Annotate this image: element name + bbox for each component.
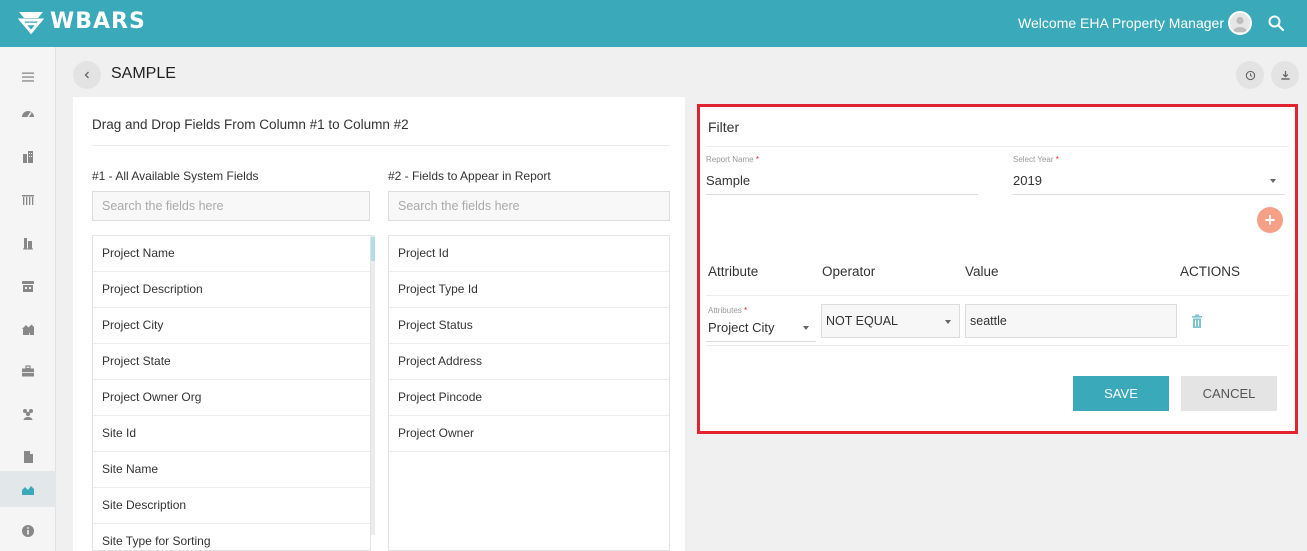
sidebar-item-stores[interactable] (0, 268, 56, 304)
value-text: seattle (970, 314, 1007, 328)
report-name-field[interactable]: Sample (706, 173, 750, 188)
report-fields-list: Project Id Project Type Id Project Statu… (388, 235, 670, 551)
list-item[interactable]: Project Owner Org (93, 380, 370, 416)
sidebar-item-reports[interactable] (0, 471, 56, 507)
brand-logo[interactable]: WBARS (18, 9, 146, 34)
download-button[interactable] (1271, 61, 1299, 89)
select-year-underline (1013, 194, 1285, 195)
chevron-down-icon[interactable] (803, 326, 809, 330)
user-avatar-icon[interactable] (1228, 11, 1252, 35)
store-icon (22, 281, 34, 292)
chevron-down-icon[interactable] (1270, 179, 1276, 183)
list-item[interactable]: Project Status (389, 308, 669, 344)
save-button[interactable]: SAVE (1073, 376, 1169, 411)
column1-search-input[interactable] (92, 191, 370, 221)
operator-value: NOT EQUAL (826, 314, 899, 328)
sidebar-item-menu[interactable] (0, 59, 56, 95)
brand-name: WBARS (50, 9, 146, 34)
column2-search-input[interactable] (388, 191, 670, 221)
field-builder-card: Drag and Drop Fields From Column #1 to C… (73, 97, 685, 551)
report-name-label: Report Name * (706, 155, 759, 164)
available-fields-list: Project Name Project Description Project… (92, 235, 371, 551)
reports-chart-icon (22, 486, 34, 495)
list-item[interactable]: Project Id (389, 236, 669, 272)
sidebar-item-dashboard[interactable] (0, 96, 56, 132)
attribute-select[interactable]: Project City (708, 320, 774, 335)
plus-circle-icon: + (1264, 209, 1276, 230)
list-item[interactable]: Site Name (93, 452, 370, 488)
columns-icon (22, 195, 34, 205)
welcome-text: Welcome EHA Property Manager (1018, 15, 1224, 31)
list-item[interactable]: Site Id (93, 416, 370, 452)
history-icon (1245, 70, 1255, 80)
list-item[interactable]: Project Type Id (389, 272, 669, 308)
trash-icon[interactable] (1190, 314, 1204, 329)
list-item[interactable]: Project Pincode (389, 380, 669, 416)
back-button[interactable] (73, 61, 101, 89)
building-icon (23, 151, 33, 163)
sidebar-item-briefcase[interactable] (0, 353, 56, 389)
select-year-label: Select Year * (1013, 155, 1059, 164)
builder-heading: Drag and Drop Fields From Column #1 to C… (92, 117, 409, 132)
sidebar-item-towers[interactable] (0, 225, 56, 261)
divider (706, 295, 1289, 296)
col-header-value: Value (965, 264, 999, 279)
cancel-button[interactable]: CANCEL (1181, 376, 1277, 411)
divider (92, 145, 670, 146)
attribute-underline (706, 341, 816, 342)
download-icon (1280, 70, 1290, 80)
chevron-down-icon[interactable] (945, 320, 951, 324)
list-item[interactable]: Project City (93, 308, 370, 344)
sidebar-item-users[interactable] (0, 396, 56, 432)
list-item[interactable]: Site Description (93, 488, 370, 524)
list-item[interactable]: Site Type for Sorting (93, 524, 370, 550)
list-item[interactable]: Project Owner (389, 416, 669, 452)
sidebar-item-info[interactable] (0, 513, 56, 549)
divider (706, 345, 1289, 346)
sidebar-item-columns[interactable] (0, 182, 56, 218)
users-icon (23, 409, 33, 420)
list-item[interactable]: Project Address (389, 344, 669, 380)
sidebar-item-documents[interactable] (0, 439, 56, 475)
col-header-operator: Operator (822, 264, 876, 279)
houses-icon (22, 324, 34, 335)
select-year-dropdown[interactable]: 2019 (1013, 173, 1042, 188)
briefcase-icon (22, 365, 34, 377)
filter-panel: Filter Report Name * Sample Select Year … (697, 104, 1298, 434)
tower-icon (23, 238, 33, 250)
search-icon[interactable] (1267, 14, 1285, 32)
col-header-actions: ACTIONS (1180, 264, 1241, 279)
top-bar: WBARS Welcome EHA Property Manager (0, 0, 1307, 47)
info-icon (22, 525, 34, 537)
history-button[interactable] (1236, 61, 1264, 89)
report-name-underline (706, 194, 978, 195)
column2-title: #2 - Fields to Appear in Report (388, 169, 551, 183)
chevron-left-icon (84, 71, 89, 79)
filter-title: Filter (708, 119, 740, 135)
list-scrollbar-thumb[interactable] (371, 237, 375, 261)
dashboard-gauge-icon (22, 111, 34, 118)
attributes-label: Attributes * (708, 306, 748, 315)
divider (706, 146, 1289, 147)
menu-icon (22, 72, 34, 82)
list-item[interactable]: Project Name (93, 236, 370, 272)
sidebar (0, 47, 56, 551)
list-scrollbar[interactable] (371, 235, 375, 535)
page-title: SAMPLE (111, 65, 176, 82)
add-filter-button[interactable]: + (1257, 207, 1283, 233)
list-item[interactable]: Project State (93, 344, 370, 380)
sidebar-item-buildings[interactable] (0, 139, 56, 175)
sidebar-item-houses[interactable] (0, 311, 56, 347)
document-icon (24, 451, 33, 463)
column1-title: #1 - All Available System Fields (92, 169, 259, 183)
col-header-attribute: Attribute (708, 264, 759, 279)
wbars-logo-icon (18, 11, 44, 34)
list-item[interactable]: Project Description (93, 272, 370, 308)
